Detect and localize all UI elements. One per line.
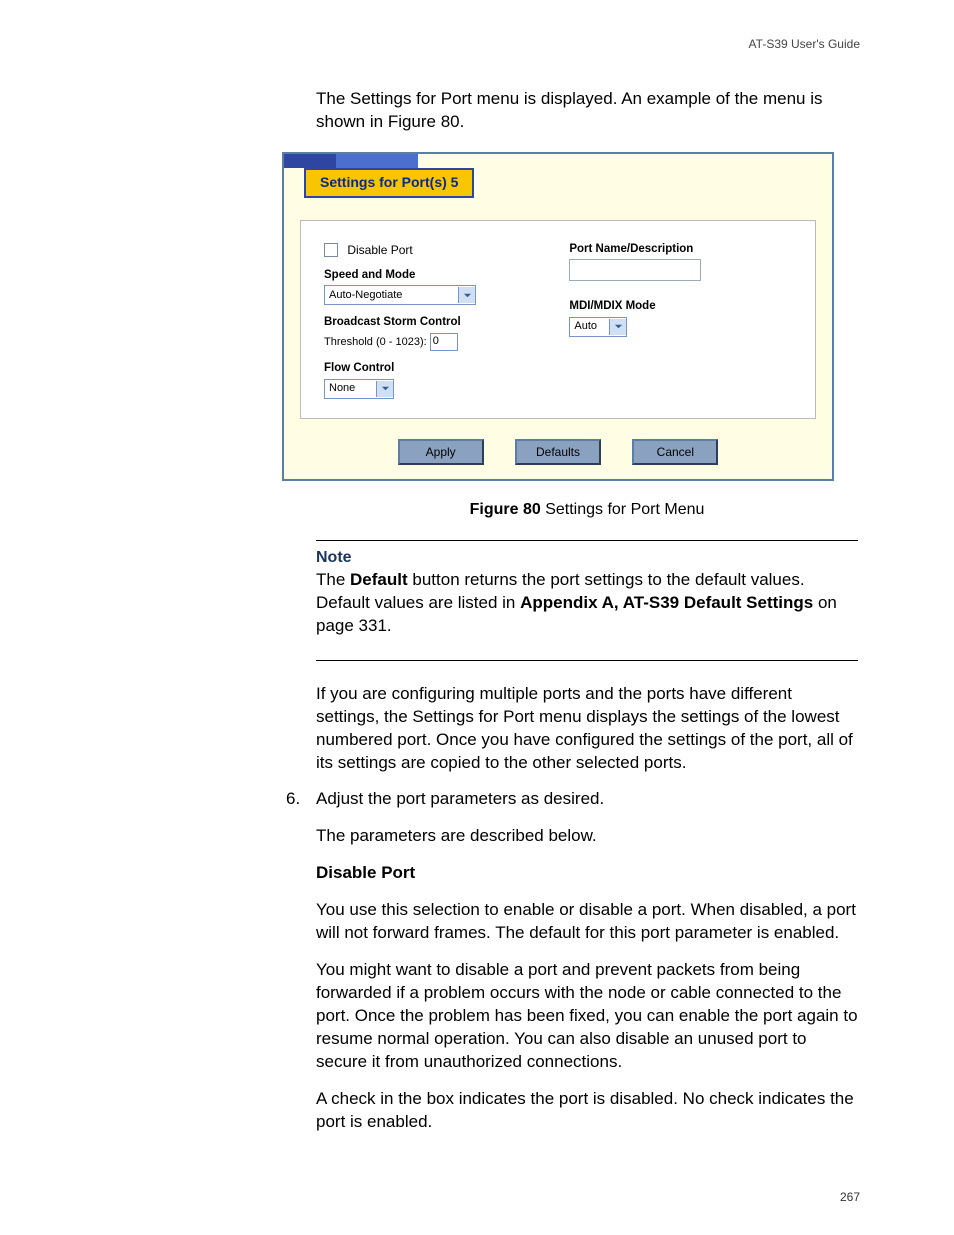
step-number: 6. (286, 788, 316, 1147)
disable-port-heading: Disable Port (316, 862, 858, 885)
threshold-label: Threshold (0 - 1023): (324, 336, 427, 348)
disable-port-label: Disable Port (347, 243, 412, 257)
defaults-button[interactable]: Defaults (515, 439, 601, 465)
bsc-label: Broadcast Storm Control (324, 315, 565, 331)
mdi-mode-label: MDI/MDIX Mode (569, 299, 792, 315)
params-intro: The parameters are described below. (316, 825, 858, 848)
note-box: Note The Default button returns the port… (316, 540, 858, 660)
port-name-input[interactable] (569, 259, 701, 281)
disable-port-p3: A check in the box indicates the port is… (316, 1088, 858, 1134)
step-text: Adjust the port parameters as desired. (316, 788, 858, 811)
chevron-down-icon (458, 287, 475, 303)
threshold-input[interactable]: 0 (430, 333, 458, 351)
disable-port-checkbox[interactable] (324, 243, 338, 257)
figure-caption-number: Figure 80 (470, 501, 541, 518)
mdi-mode-value: Auto (570, 319, 609, 334)
flow-control-label: Flow Control (324, 361, 565, 377)
flow-control-select[interactable]: None (324, 379, 394, 399)
figure-caption-text: Settings for Port Menu (541, 501, 705, 518)
doc-header: AT-S39 User's Guide (749, 36, 860, 52)
port-name-label: Port Name/Description (569, 242, 792, 258)
settings-tab-title: Settings for Port(s) 5 (304, 168, 474, 198)
flow-control-value: None (325, 381, 376, 396)
mdi-mode-select[interactable]: Auto (569, 317, 627, 337)
note-body: The Default button returns the port sett… (316, 569, 858, 638)
speed-mode-value: Auto-Negotiate (325, 288, 458, 303)
cancel-button[interactable]: Cancel (632, 439, 718, 465)
speed-mode-label: Speed and Mode (324, 268, 565, 284)
chevron-down-icon (609, 319, 626, 335)
disable-port-p2: You might want to disable a port and pre… (316, 959, 858, 1074)
multi-port-paragraph: If you are configuring multiple ports an… (316, 683, 858, 775)
figure-80: Settings for Port(s) 5 Disable Port Spee… (282, 152, 834, 481)
figure-caption: Figure 80 Settings for Port Menu (316, 499, 858, 521)
page-number: 267 (840, 1189, 860, 1205)
disable-port-p1: You use this selection to enable or disa… (316, 899, 858, 945)
note-heading: Note (316, 547, 858, 569)
chevron-down-icon (376, 381, 393, 397)
speed-mode-select[interactable]: Auto-Negotiate (324, 285, 476, 305)
intro-paragraph: The Settings for Port menu is displayed.… (316, 88, 858, 134)
apply-button[interactable]: Apply (398, 439, 484, 465)
